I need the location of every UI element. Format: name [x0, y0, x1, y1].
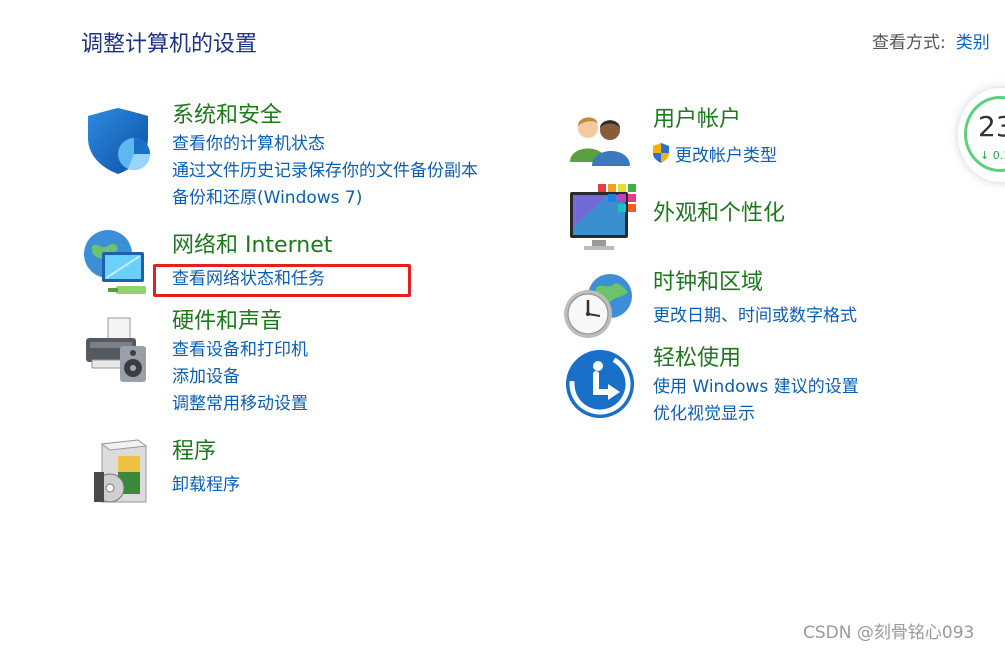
view-by-label: 查看方式:: [872, 33, 946, 53]
ease-of-access-icon[interactable]: [564, 348, 636, 420]
page-title: 调整计算机的设置: [81, 32, 258, 57]
highlight-box: [153, 264, 411, 297]
monitor-tiles-icon[interactable]: [568, 184, 640, 256]
network-globe-icon[interactable]: [82, 228, 154, 300]
category-system-security[interactable]: 系统和安全: [172, 101, 282, 131]
link-devices-printers[interactable]: 查看设备和打印机: [172, 338, 308, 362]
gauge-value: 23: [978, 110, 1005, 143]
link-add-device[interactable]: 添加设备: [172, 365, 240, 389]
category-appearance-personalization[interactable]: 外观和个性化: [653, 199, 785, 229]
link-file-history[interactable]: 通过文件历史记录保存你的文件备份副本: [172, 159, 478, 183]
shield-icon[interactable]: [84, 108, 156, 180]
uac-shield-icon: [653, 143, 669, 163]
category-clock-region[interactable]: 时钟和区域: [653, 268, 763, 298]
category-network-internet[interactable]: 网络和 Internet: [172, 231, 332, 261]
category-programs[interactable]: 程序: [172, 437, 216, 467]
link-change-account-type[interactable]: 更改帐户类型: [651, 142, 777, 168]
link-uninstall-program[interactable]: 卸载程序: [172, 473, 240, 497]
link-optimize-visual-display[interactable]: 优化视觉显示: [653, 402, 755, 426]
clock-globe-icon[interactable]: [562, 270, 634, 342]
users-icon[interactable]: [566, 108, 638, 180]
link-mobility-settings[interactable]: 调整常用移动设置: [172, 392, 308, 416]
printer-icon[interactable]: [84, 316, 156, 388]
category-user-accounts[interactable]: 用户帐户: [653, 105, 741, 135]
link-change-date-time-format[interactable]: 更改日期、时间或数字格式: [653, 304, 857, 328]
performance-gauge[interactable]: 23 ↓ 0.1: [958, 88, 1005, 182]
view-by-dropdown[interactable]: 类别: [956, 33, 990, 53]
category-ease-of-access[interactable]: 轻松使用: [653, 344, 741, 374]
link-view-computer-status[interactable]: 查看你的计算机状态: [172, 132, 325, 156]
view-by: 查看方式: 类别: [872, 28, 990, 53]
gauge-sub: ↓ 0.1: [980, 149, 1005, 162]
link-backup-restore[interactable]: 备份和还原(Windows 7): [172, 186, 362, 210]
programs-icon[interactable]: [88, 436, 160, 508]
category-hardware-sound[interactable]: 硬件和声音: [172, 307, 282, 337]
link-change-account-type-label: 更改帐户类型: [675, 146, 777, 166]
watermark: CSDN @刻骨铭心093: [803, 623, 975, 643]
link-windows-recommended-settings[interactable]: 使用 Windows 建议的设置: [653, 375, 859, 399]
